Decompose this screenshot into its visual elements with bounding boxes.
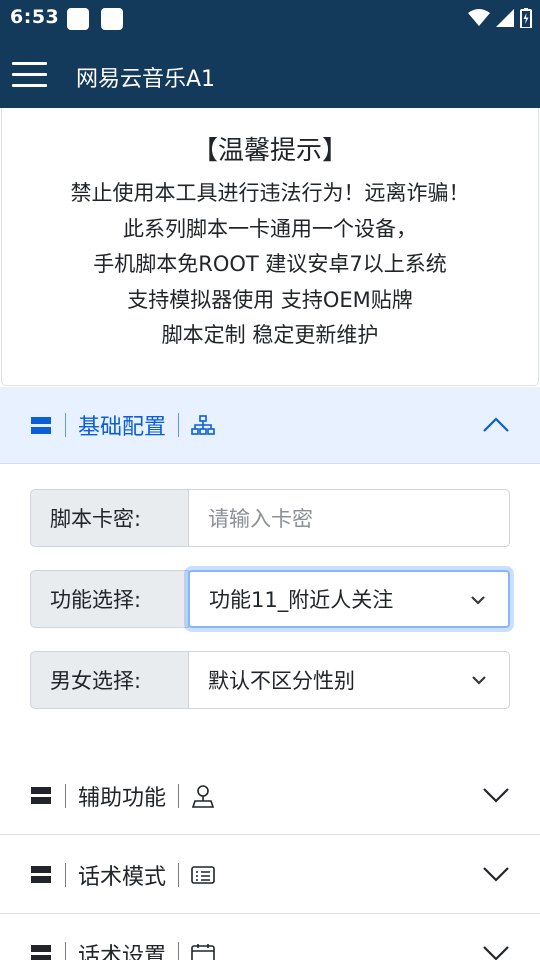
battery-icon xyxy=(520,8,532,28)
section-list-icon xyxy=(31,945,51,960)
signal-icon xyxy=(496,9,514,27)
divider xyxy=(178,783,180,808)
divider xyxy=(65,783,66,808)
accordion-label: 辅助功能 xyxy=(78,785,167,811)
notice-line: 禁止使用本工具进行违法行为！远离诈骗！ xyxy=(70,181,470,205)
function-select[interactable]: 功能11_附近人关注 xyxy=(188,570,510,628)
accordion-script-mode[interactable]: 话术模式 xyxy=(0,836,540,914)
app-title: 网易云音乐A1 xyxy=(76,67,216,92)
chevron-down-icon xyxy=(483,867,509,882)
divider xyxy=(65,941,66,960)
notice-line: 脚本定制 稳定更新维护 xyxy=(161,323,379,347)
function-select-value: 功能11_附近人关注 xyxy=(209,588,394,612)
function-select-row: 功能选择: 功能11_附近人关注 xyxy=(30,570,510,628)
section-list-icon xyxy=(31,866,51,883)
chevron-down-icon xyxy=(471,596,485,605)
gender-select[interactable]: 默认不区分性别 xyxy=(189,651,510,709)
chevron-up-icon xyxy=(483,417,509,432)
notice-line: 支持模拟器使用 支持OEM贴牌 xyxy=(127,287,413,312)
status-bar: 6:53 xyxy=(0,0,540,37)
card-key-row: 脚本卡密: 请输入卡密 xyxy=(30,489,510,547)
chevron-down-icon xyxy=(472,676,486,685)
app-bar: 网易云音乐A1 xyxy=(0,37,540,108)
gender-select-row: 男女选择: 默认不区分性别 xyxy=(30,651,510,709)
chevron-down-icon xyxy=(483,946,509,960)
section-list-icon xyxy=(31,787,51,804)
system-icons xyxy=(468,7,532,29)
accordion-basic-config[interactable]: 基础配置 xyxy=(0,387,540,464)
card-key-label: 脚本卡密: xyxy=(30,489,189,547)
person-icon xyxy=(191,784,215,808)
gender-select-value: 默认不区分性别 xyxy=(208,669,355,693)
card-list-icon xyxy=(191,863,215,887)
notice-lines: 禁止使用本工具进行违法行为！远离诈骗！ 此系列脚本一卡通用一个设备， 手机脚本免… xyxy=(2,176,538,354)
divider xyxy=(65,413,66,437)
chevron-down-icon xyxy=(483,788,509,803)
notice-card: 【温馨提示】 禁止使用本工具进行违法行为！远离诈骗！ 此系列脚本一卡通用一个设备… xyxy=(1,108,539,386)
accordion-aux-functions[interactable]: 辅助功能 xyxy=(0,757,540,835)
section-list-icon xyxy=(31,416,51,434)
card-key-input[interactable]: 请输入卡密 xyxy=(189,489,510,547)
sitemap-icon xyxy=(191,413,215,437)
accordion-label: 基础配置 xyxy=(78,415,167,440)
wifi-icon xyxy=(468,9,490,26)
accordion-script-settings[interactable]: 话术设置 xyxy=(0,915,540,960)
notice-title: 【温馨提示】 xyxy=(191,136,348,166)
notice-line: 此系列脚本一卡通用一个设备， xyxy=(123,216,417,241)
divider xyxy=(178,941,180,960)
calendar-icon xyxy=(191,942,215,960)
divider xyxy=(178,862,180,887)
gender-select-label: 男女选择: xyxy=(30,651,189,709)
hamburger-menu-icon[interactable] xyxy=(12,59,48,89)
notification-app-icon xyxy=(101,8,123,30)
divider xyxy=(65,862,66,887)
divider xyxy=(178,413,180,437)
function-select-label: 功能选择: xyxy=(30,570,189,628)
notification-app-icon xyxy=(67,8,89,30)
accordion-label: 话术模式 xyxy=(78,864,167,890)
status-time: 6:53 xyxy=(10,6,60,28)
accordion-label: 话术设置 xyxy=(78,943,167,960)
notice-line: 手机脚本免ROOT 建议安卓7以上系统 xyxy=(93,252,447,276)
